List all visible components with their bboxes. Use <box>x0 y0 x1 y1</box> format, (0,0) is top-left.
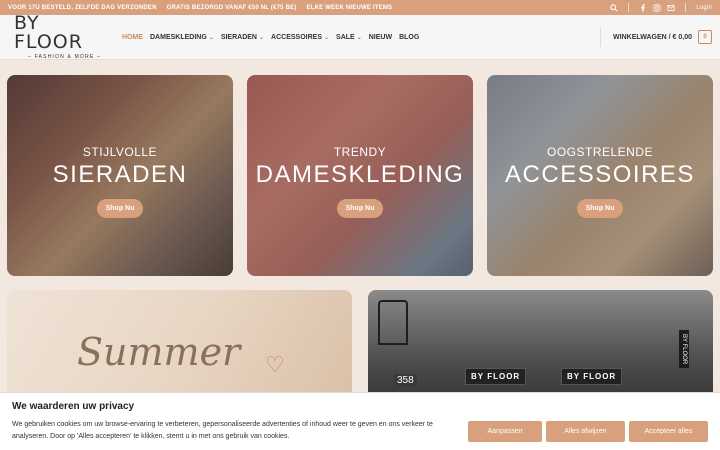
nav-sale-label: SALE <box>336 33 355 41</box>
street-lamp <box>378 300 408 345</box>
chevron-down-icon: ⌄ <box>259 34 265 41</box>
nav-sieraden[interactable]: SIERADEN ⌄ <box>221 34 264 41</box>
mail-icon[interactable] <box>667 4 675 12</box>
nav-accessoires-label: ACCESSOIRES <box>271 33 322 41</box>
logo-tagline: – FASHION & MORE – <box>28 54 102 60</box>
cart-label[interactable]: WINKELWAGEN / € 0,00 <box>613 34 692 41</box>
card-title: ACCESSOIRES <box>505 161 695 188</box>
store-vertical-sign: BY FLOOR <box>679 330 689 369</box>
cookie-content: We gebruiken cookies om uw browse-ervari… <box>12 419 708 443</box>
shop-now-button[interactable]: Shop Nu <box>96 199 144 218</box>
site-logo[interactable]: BY FLOOR – FASHION & MORE – <box>14 12 106 61</box>
main-navigation: HOME DAMESKLEDING ⌄ SIERADEN ⌄ ACCESSOIRES… <box>122 34 600 41</box>
nav-home-label: HOME <box>122 33 143 41</box>
announcement-free-delivery: GRATIS BEZORGD VANAF €50 NL (€75 BE) <box>166 4 297 11</box>
cookie-title: We waarderen uw privacy <box>12 401 135 412</box>
house-number: 358 <box>394 374 417 387</box>
login-link[interactable]: Login <box>696 5 712 11</box>
header-divider <box>600 27 602 47</box>
card-subtitle: OOGSTRELENDE <box>546 145 654 159</box>
card-title: DAMESKLEDING <box>255 161 465 188</box>
card-subtitle: STIJLVOLLE <box>82 145 158 159</box>
nav-blog-label: BLOG <box>399 33 420 41</box>
shop-now-button[interactable]: Shop Nu <box>576 199 624 218</box>
category-card-dameskleding[interactable]: TRENDY DAMESKLEDING Shop Nu <box>247 75 473 276</box>
card-title: SIERADEN <box>52 161 188 188</box>
search-icon[interactable] <box>610 3 618 12</box>
logo-title: BY FLOOR <box>14 12 83 53</box>
category-card-sieraden[interactable]: STIJLVOLLE SIERADEN Shop Nu <box>7 75 233 276</box>
nav-sieraden-label: SIERADEN <box>220 33 257 41</box>
cookie-reject-all-button[interactable]: Alles afwijzen <box>546 420 625 442</box>
topbar-divider <box>685 3 687 12</box>
site-header: BY FLOOR – FASHION & MORE – HOME DAMESKL… <box>0 12 720 61</box>
announcement-messages: VOOR 17U BESTELD, ZELFDE DAG VERZONDEN G… <box>8 5 610 11</box>
nav-home[interactable]: HOME <box>122 34 143 41</box>
shop-now-button[interactable]: Shop Nu <box>336 199 384 218</box>
nav-blog[interactable]: BLOG <box>399 34 419 41</box>
heart-icon: ♡ <box>265 352 285 377</box>
nav-nieuw[interactable]: NIEUW <box>369 34 392 41</box>
facebook-icon[interactable] <box>639 3 647 12</box>
nav-dameskleding-label: DAMESKLEDING <box>150 33 207 41</box>
card-subtitle: TRENDY <box>333 145 387 159</box>
chevron-down-icon: ⌄ <box>356 34 362 41</box>
cookie-description: We gebruiken cookies om uw browse-ervari… <box>12 421 433 440</box>
cookie-accept-all-button[interactable]: Accepteer alles <box>629 420 708 442</box>
category-cards: STIJLVOLLE SIERADEN Shop Nu TRENDY DAMES… <box>7 75 713 276</box>
store-sign-right: BY FLOOR <box>561 368 623 385</box>
top-announcement-bar: VOOR 17U BESTELD, ZELFDE DAG VERZONDEN G… <box>0 0 720 15</box>
nav-dameskleding[interactable]: DAMESKLEDING ⌄ <box>150 34 214 41</box>
nav-accessoires[interactable]: ACCESSOIRES ⌄ <box>271 34 329 41</box>
announcement-shipping: VOOR 17U BESTELD, ZELFDE DAG VERZONDEN <box>8 4 157 11</box>
instagram-icon[interactable] <box>653 3 661 12</box>
topbar-divider <box>628 3 630 12</box>
cart-widget[interactable]: WINKELWAGEN / € 0,00 0 <box>600 27 712 47</box>
store-sign-left: BY FLOOR <box>465 368 527 385</box>
topbar-actions: Login <box>610 3 712 12</box>
cookie-customize-button[interactable]: Aanpassen <box>468 420 542 442</box>
cookie-buttons: Aanpassen Alles afwijzen Accepteer alles <box>468 420 708 442</box>
category-card-accessoires[interactable]: OOGSTRELENDE ACCESSOIRES Shop Nu <box>487 75 713 276</box>
nav-sale[interactable]: SALE ⌄ <box>336 34 362 41</box>
nav-nieuw-label: NIEUW <box>368 33 393 41</box>
summer-script-text: Summer <box>77 330 241 374</box>
cookie-consent-banner: We waarderen uw privacy We gebruiken coo… <box>0 392 720 450</box>
announcement-new-items: ELKE WEEK NIEUWE ITEMS <box>306 4 393 11</box>
chevron-down-icon: ⌄ <box>324 34 330 41</box>
chevron-down-icon: ⌄ <box>208 34 214 41</box>
cart-count-badge[interactable]: 0 <box>698 30 712 44</box>
